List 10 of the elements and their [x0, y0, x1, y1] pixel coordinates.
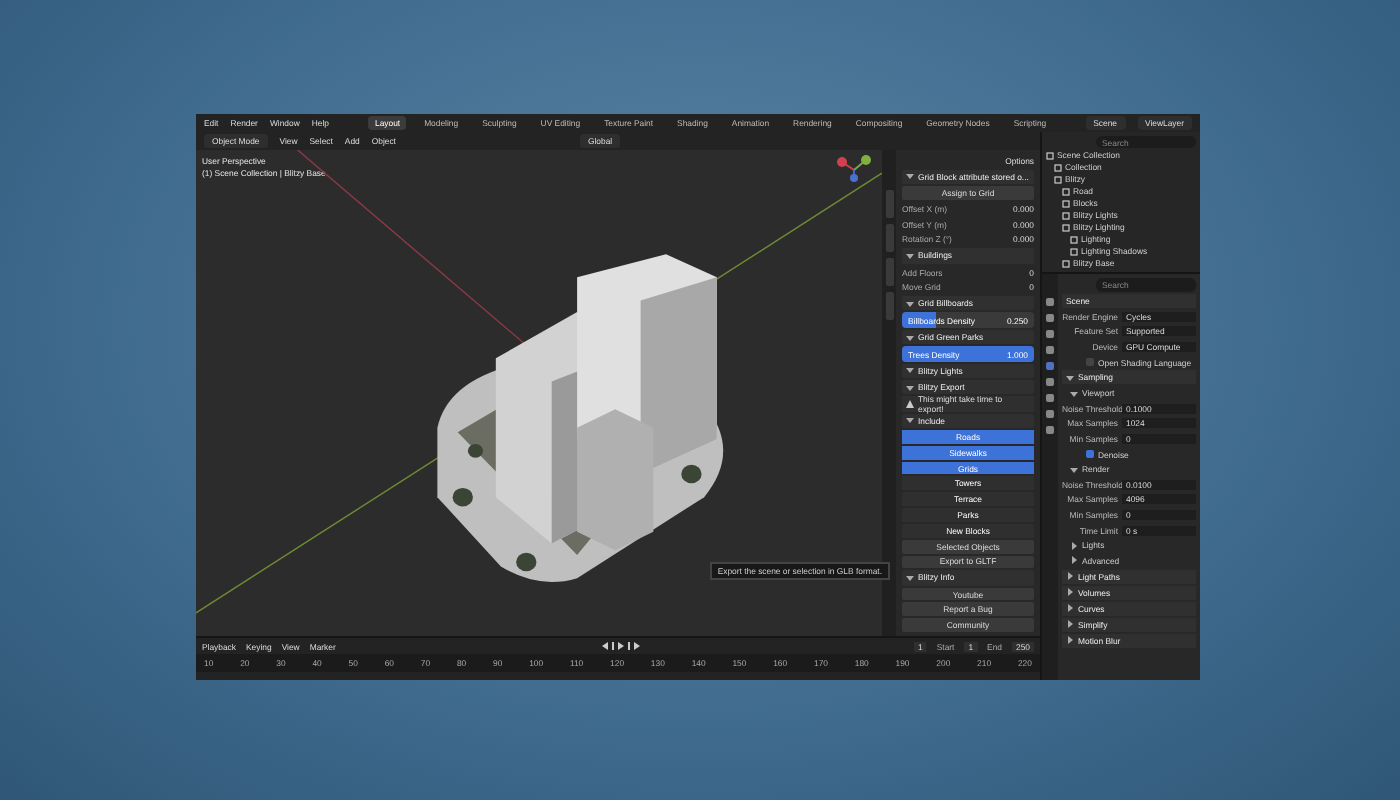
caret-icon[interactable]: [906, 573, 914, 582]
checkbox[interactable]: [1086, 450, 1094, 459]
caret-icon[interactable]: [906, 333, 914, 342]
caret-icon[interactable]: [906, 416, 914, 425]
caret-icon[interactable]: [1070, 465, 1078, 474]
navigation-gizmo-icon[interactable]: [834, 154, 874, 182]
caret-icon[interactable]: [906, 251, 914, 260]
warning-icon: [906, 400, 914, 409]
caret-icon[interactable]: [906, 172, 914, 181]
caret-icon[interactable]: [906, 299, 914, 308]
